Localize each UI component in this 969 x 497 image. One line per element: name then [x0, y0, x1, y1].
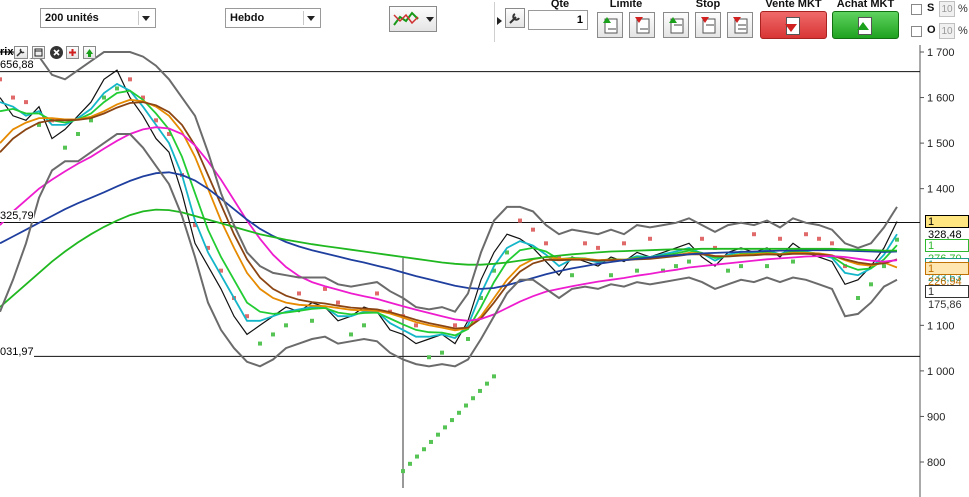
- sar-dot-bullish: [765, 264, 769, 269]
- sar-dot-bearish: [830, 241, 834, 246]
- sar-dot-bullish: [63, 145, 67, 150]
- sar-dot-bullish: [443, 425, 447, 430]
- sar-dot-bullish: [674, 264, 678, 269]
- y-tick-label: 1 000: [927, 366, 955, 378]
- y-tick-label: 800: [927, 457, 945, 469]
- plot-background: [0, 45, 920, 497]
- sar-dot-bullish: [471, 396, 475, 401]
- close-icon: [53, 49, 60, 56]
- level-mid-label: 325,79: [0, 210, 34, 222]
- panel-wrench-button[interactable]: [14, 46, 28, 59]
- window-icon: [34, 48, 43, 57]
- sar-dot-bearish: [414, 323, 418, 328]
- sar-dot-bullish: [408, 461, 412, 466]
- sar-dot-bearish: [622, 241, 626, 246]
- sar-dot-bearish: [11, 95, 15, 100]
- sar-dot-bearish: [596, 245, 600, 250]
- sar-dot-bearish: [583, 241, 587, 246]
- sar-dot-bullish: [427, 355, 431, 360]
- sar-dot-bullish: [882, 264, 886, 269]
- sar-dot-bearish: [0, 77, 2, 82]
- sar-dot-bullish: [485, 381, 489, 386]
- y-tick-label: 1 400: [927, 184, 955, 196]
- sar-dot-bullish: [415, 454, 419, 459]
- sar-dot-bearish: [817, 236, 821, 241]
- sar-dot-bearish: [375, 291, 379, 296]
- sar-dot-bullish: [635, 268, 639, 273]
- panel-sell-button[interactable]: [66, 46, 79, 59]
- level-top-label: 656,88: [0, 59, 34, 71]
- sar-dot-bullish: [609, 273, 613, 278]
- sar-dot-bullish: [401, 469, 405, 474]
- sar-dot-bullish: [856, 296, 860, 300]
- sar-dot-bearish: [700, 236, 704, 241]
- sar-dot-bullish: [271, 332, 275, 337]
- wrench-icon: [16, 48, 25, 57]
- sar-dot-bullish: [464, 403, 468, 408]
- sar-dot-bullish: [362, 323, 366, 328]
- price-chart[interactable]: 1 700 1 600 1 500 1 400 1 100 1 000 900 800: [0, 0, 969, 497]
- sar-dot-bullish: [422, 447, 426, 452]
- sar-dot-bearish: [128, 77, 132, 82]
- sar-dot-bullish: [791, 259, 795, 264]
- sar-dot-bearish: [336, 300, 340, 305]
- sar-dot-bearish: [648, 236, 652, 241]
- sar-dot-bullish: [349, 332, 353, 337]
- y-tick-label: 1 500: [927, 138, 955, 150]
- sar-dot-bearish: [752, 232, 756, 237]
- sar-dot-bullish: [310, 318, 314, 323]
- sar-dot-bullish: [492, 374, 496, 379]
- level-low-label: 031,97: [0, 346, 34, 358]
- sar-dot-bullish: [436, 432, 440, 437]
- y-tick-label: 1 700: [927, 47, 955, 59]
- sar-dot-bullish: [440, 350, 444, 355]
- close-panel-button[interactable]: [50, 46, 63, 59]
- sar-dot-bullish: [450, 418, 454, 423]
- sar-dot-bullish: [687, 259, 691, 264]
- sar-dot-bearish: [518, 218, 522, 223]
- sar-dot-bearish: [453, 323, 457, 328]
- sar-dot-bullish: [258, 341, 262, 346]
- sar-dot-bullish: [102, 95, 106, 100]
- sar-dot-bearish: [531, 227, 535, 232]
- sar-dot-bullish: [739, 264, 743, 269]
- sar-dot-bullish: [466, 337, 470, 341]
- sar-dot-bullish: [570, 273, 574, 278]
- sar-dot-bearish: [544, 241, 548, 246]
- sar-dot-bearish: [297, 291, 301, 296]
- sar-dot-bearish: [804, 232, 808, 237]
- sar-dot-bullish: [457, 410, 461, 415]
- chart-title-fragment: rix: [0, 46, 14, 58]
- green-up-icon: [86, 49, 93, 57]
- price-tag: 1 276,70: [925, 238, 969, 265]
- y-tick-label: 900: [927, 411, 945, 423]
- sar-dot-bearish: [24, 100, 28, 105]
- price-tag: 1 226,94: [925, 261, 969, 288]
- sar-dot-bullish: [895, 237, 899, 242]
- y-tick-label: 1 600: [927, 93, 955, 105]
- price-tag: 1 328,48: [925, 215, 969, 241]
- panel-window-button[interactable]: [32, 46, 45, 59]
- y-tick-label: 1 100: [927, 320, 955, 332]
- sar-dot-bullish: [726, 268, 730, 273]
- sar-dot-bullish: [115, 86, 119, 91]
- sar-dot-bullish: [429, 439, 433, 444]
- price-tag: 1 175,86: [925, 284, 969, 311]
- sar-dot-bullish: [478, 388, 482, 393]
- red-plus-icon: [69, 49, 76, 56]
- sar-dot-bullish: [869, 282, 873, 287]
- sar-dot-bullish: [284, 323, 288, 328]
- sar-dot-bullish: [76, 132, 80, 136]
- sar-dot-bearish: [778, 236, 782, 241]
- panel-buy-button[interactable]: [83, 46, 96, 59]
